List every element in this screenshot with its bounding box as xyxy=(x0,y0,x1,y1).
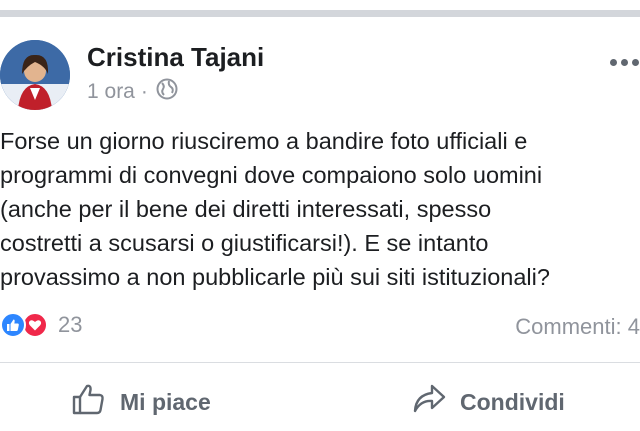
post-meta: 1 ora · xyxy=(87,78,178,106)
like-button-label: Mi piace xyxy=(120,388,211,415)
actions-divider xyxy=(0,362,640,363)
post-text: Forse un giorno riusciremo a bandire fot… xyxy=(0,128,550,290)
more-options-icon[interactable] xyxy=(610,52,640,72)
share-button[interactable]: Condividi xyxy=(412,382,565,422)
globe-icon xyxy=(156,78,178,106)
comments-count[interactable]: Commenti: 4 xyxy=(515,314,640,340)
avatar[interactable] xyxy=(0,40,70,110)
meta-separator: · xyxy=(140,80,148,103)
like-icon xyxy=(0,312,26,338)
like-button[interactable]: Mi piace xyxy=(72,382,211,422)
reactions-summary[interactable]: 23 xyxy=(0,312,82,338)
top-separator xyxy=(0,10,640,17)
post-author[interactable]: Cristina Tajani xyxy=(87,42,264,73)
thumbs-up-icon xyxy=(72,382,120,422)
reaction-count: 23 xyxy=(58,312,83,337)
post-time[interactable]: 1 ora xyxy=(87,80,135,104)
share-button-label: Condividi xyxy=(460,388,565,415)
share-arrow-icon xyxy=(412,382,460,422)
